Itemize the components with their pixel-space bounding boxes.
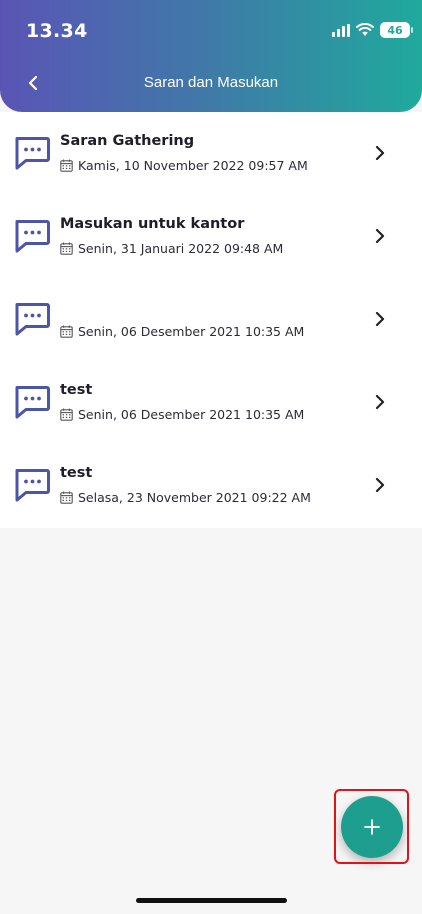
item-title: test [60, 382, 93, 398]
message-icon [15, 469, 50, 502]
calendar-icon [60, 159, 73, 172]
app-header: 13.34 46 Saran dan Masukan [0, 0, 422, 112]
message-icon [15, 386, 50, 419]
item-date-row: Kamis, 10 November 2022 09:57 AM [60, 158, 308, 173]
wifi-icon [356, 23, 374, 36]
item-title: test [60, 465, 93, 481]
item-title: Saran Gathering [60, 133, 195, 149]
nav-bar: Saran dan Masukan [0, 62, 422, 106]
list-item[interactable]: test Selasa, 23 November 2021 09:22 AM [0, 444, 422, 527]
item-date-row: Senin, 06 Desember 2021 10:35 AM [60, 407, 304, 422]
item-title: Masukan untuk kantor [60, 216, 245, 232]
chevron-right-icon [375, 228, 385, 244]
list-item[interactable]: Masukan untuk kantor Senin, 31 Januari 2… [0, 195, 422, 278]
item-date: Kamis, 10 November 2022 09:57 AM [78, 158, 308, 173]
feedback-list: Saran Gathering Kamis, 10 November 2022 … [0, 112, 422, 528]
item-date: Senin, 31 Januari 2022 09:48 AM [78, 241, 284, 256]
message-icon [15, 220, 50, 253]
home-indicator [136, 898, 287, 903]
status-time: 13.34 [26, 20, 88, 42]
battery-icon: 46 [380, 22, 413, 38]
battery-level: 46 [387, 23, 403, 37]
plus-icon [364, 819, 380, 835]
chevron-right-icon [375, 394, 385, 410]
item-date-row: Senin, 31 Januari 2022 09:48 AM [60, 241, 283, 256]
chevron-right-icon [375, 477, 385, 493]
status-bar: 13.34 46 [0, 0, 422, 62]
list-item[interactable]: Senin, 06 Desember 2021 10:35 AM [0, 278, 422, 361]
calendar-icon [60, 408, 73, 421]
message-icon [15, 303, 50, 336]
chevron-right-icon [375, 311, 385, 327]
status-icons: 46 [332, 22, 413, 38]
calendar-icon [60, 325, 73, 338]
item-date: Senin, 06 Desember 2021 10:35 AM [78, 324, 305, 339]
message-icon [15, 137, 50, 170]
chevron-right-icon [375, 145, 385, 161]
page-title: Saran dan Masukan [143, 74, 279, 91]
item-date-row: Selasa, 23 November 2021 09:22 AM [60, 490, 311, 505]
item-date: Senin, 06 Desember 2021 10:35 AM [78, 407, 305, 422]
list-item[interactable]: test Senin, 06 Desember 2021 10:35 AM [0, 361, 422, 444]
item-date: Selasa, 23 November 2021 09:22 AM [78, 490, 311, 505]
add-feedback-button[interactable] [341, 796, 403, 858]
item-date-row: Senin, 06 Desember 2021 10:35 AM [60, 324, 304, 339]
calendar-icon [60, 242, 73, 255]
signal-icon [332, 23, 350, 37]
list-item[interactable]: Saran Gathering Kamis, 10 November 2022 … [0, 112, 422, 195]
calendar-icon [60, 491, 73, 504]
